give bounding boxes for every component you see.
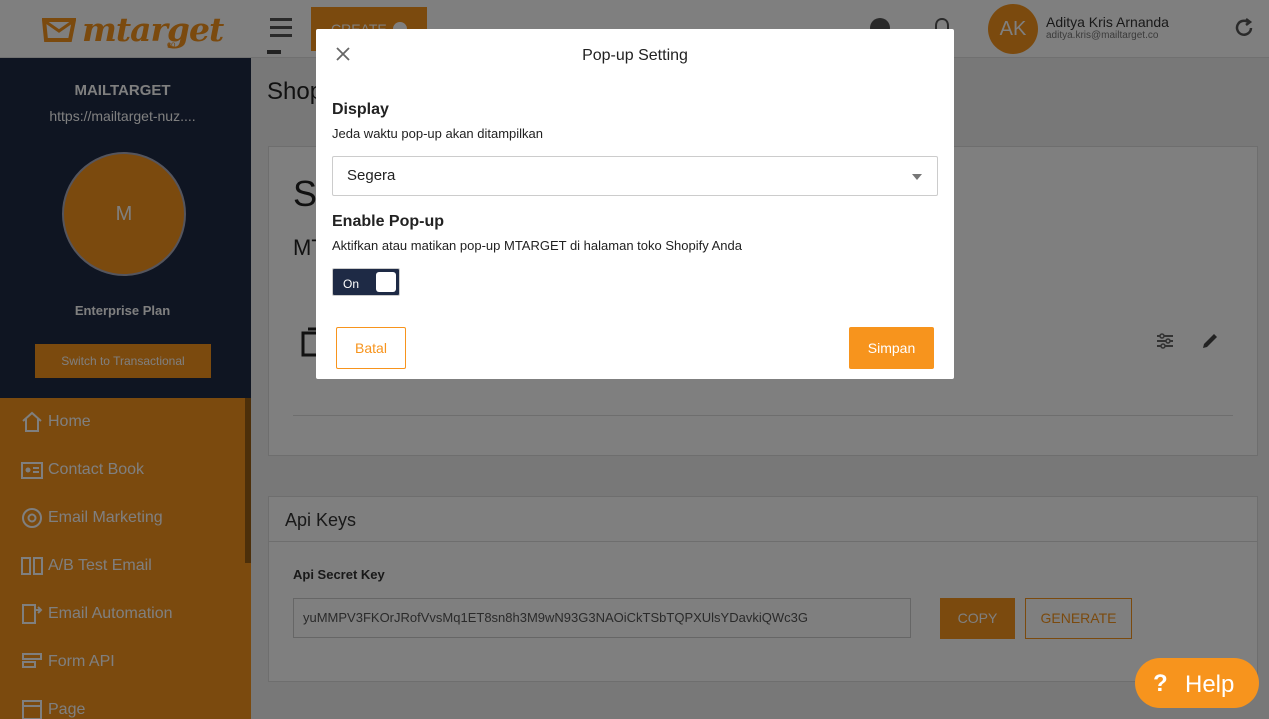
- cancel-button[interactable]: Batal: [336, 327, 406, 369]
- enable-popup-toggle[interactable]: On: [332, 268, 400, 296]
- help-label: Help: [1185, 671, 1235, 698]
- toggle-state-label: On: [343, 277, 360, 291]
- enable-section-description: Aktifkan atau matikan pop-up MTARGET di …: [332, 238, 742, 253]
- help-button[interactable]: ? Help: [1135, 658, 1259, 708]
- caret-down-icon: [912, 174, 922, 180]
- save-button[interactable]: Simpan: [849, 327, 934, 369]
- modal-title: Pop-up Setting: [582, 47, 688, 64]
- popup-setting-modal: Pop-up Setting Display Jeda waktu pop-up…: [316, 29, 954, 379]
- display-delay-select[interactable]: Segera: [332, 156, 938, 196]
- enable-section-title: Enable Pop-up: [332, 213, 444, 230]
- question-icon: ?: [1153, 670, 1168, 697]
- display-section-description: Jeda waktu pop-up akan ditampilkan: [332, 126, 544, 141]
- display-delay-value: Segera: [347, 167, 396, 184]
- display-section-title: Display: [332, 101, 389, 118]
- toggle-knob: [376, 272, 396, 292]
